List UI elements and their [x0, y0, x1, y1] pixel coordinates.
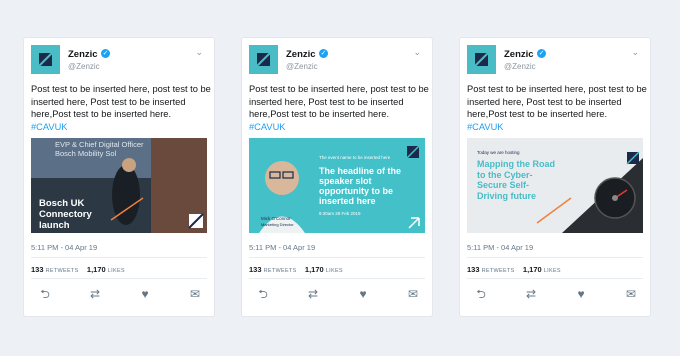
- user-handle[interactable]: @Zenzic: [68, 62, 100, 71]
- like-label: LIKES: [325, 268, 343, 274]
- reply-icon[interactable]: ⮌: [256, 287, 270, 301]
- tweet-card: Zenzic ✓ @Zenzic ⌄ Post test to be inser…: [24, 38, 214, 316]
- like-count[interactable]: 1,170: [305, 265, 324, 274]
- media-date: 9:30am 28 Feb 2019: [319, 211, 361, 216]
- media-kicker: The event name to be inserted here: [319, 155, 391, 160]
- tweet-card: Zenzic ✓ @Zenzic ⌄ Post test to be inser…: [242, 38, 432, 316]
- like-icon[interactable]: ♥: [356, 287, 370, 301]
- message-icon[interactable]: ✉: [624, 287, 638, 301]
- speaker-name: Mick O'Connor: [261, 216, 291, 221]
- speaker-role: Marketing Director: [261, 222, 294, 227]
- tweet-text: Post test to be inserted here, post test…: [249, 83, 429, 133]
- media-kicker: Today we are hosting: [477, 150, 520, 155]
- verified-badge-icon: ✓: [537, 49, 546, 58]
- like-count[interactable]: 1,170: [87, 265, 106, 274]
- reply-icon[interactable]: ⮌: [38, 287, 52, 301]
- chevron-down-icon[interactable]: ⌄: [195, 47, 203, 58]
- retweet-icon[interactable]: ⇄: [88, 287, 102, 301]
- user-handle[interactable]: @Zenzic: [504, 62, 536, 71]
- tweet-text: Post test to be inserted here, post test…: [31, 83, 211, 133]
- retweet-count[interactable]: 133: [467, 265, 480, 274]
- tweet-timestamp[interactable]: 5:11 PM - 04 Apr 19: [31, 243, 97, 252]
- hashtag-link[interactable]: #CAVUK: [31, 122, 68, 132]
- tweet-actions: ⮌ ⇄ ♥ ✉: [38, 287, 202, 301]
- like-count[interactable]: 1,170: [523, 265, 542, 274]
- hashtag-link[interactable]: #CAVUK: [249, 122, 286, 132]
- hashtag-link[interactable]: #CAVUK: [467, 122, 504, 132]
- retweet-label: RETWEETS: [263, 268, 297, 274]
- verified-badge-icon: ✓: [101, 49, 110, 58]
- verified-badge-icon: ✓: [319, 49, 328, 58]
- avatar[interactable]: [249, 45, 278, 74]
- like-icon[interactable]: ♥: [138, 287, 152, 301]
- user-name[interactable]: Zenzic: [504, 49, 534, 60]
- avatar[interactable]: [467, 45, 496, 74]
- tweet-card: Zenzic ✓ @Zenzic ⌄ Post test to be inser…: [460, 38, 650, 316]
- divider: [467, 257, 643, 258]
- avatar[interactable]: [31, 45, 60, 74]
- tweet-header: Zenzic ✓ @Zenzic ⌄: [467, 45, 643, 77]
- tweet-stats: 133 RETWEETS 1,170 LIKES: [467, 265, 561, 274]
- media-screen-text: EVP & Chief Digital Officer Bosch Mobili…: [55, 140, 144, 158]
- divider: [31, 257, 207, 258]
- divider: [31, 278, 207, 279]
- tweet-actions: ⮌ ⇄ ♥ ✉: [256, 287, 420, 301]
- reply-icon[interactable]: ⮌: [474, 287, 488, 301]
- retweet-icon[interactable]: ⇄: [306, 287, 320, 301]
- tweet-body: Post test to be inserted here, post test…: [31, 84, 211, 119]
- tweet-body: Post test to be inserted here, post test…: [467, 84, 647, 119]
- user-name[interactable]: Zenzic: [68, 49, 98, 60]
- like-label: LIKES: [543, 268, 561, 274]
- retweet-label: RETWEETS: [45, 268, 79, 274]
- tweet-media[interactable]: Today we are hosting Mapping the Road to…: [467, 138, 643, 233]
- tweet-stats: 133 RETWEETS 1,170 LIKES: [31, 265, 125, 274]
- divider: [249, 257, 425, 258]
- media-headline: The headline of the speaker slot opportu…: [319, 166, 402, 206]
- like-label: LIKES: [107, 268, 125, 274]
- zenzic-logo: [38, 52, 53, 67]
- retweet-count[interactable]: 133: [31, 265, 44, 274]
- tweet-stats: 133 RETWEETS 1,170 LIKES: [249, 265, 343, 274]
- media-headline: Bosch UK Connectory launch: [39, 198, 92, 231]
- message-icon[interactable]: ✉: [188, 287, 202, 301]
- zenzic-logo: [256, 52, 271, 67]
- tweet-text: Post test to be inserted here, post test…: [467, 83, 647, 133]
- like-icon[interactable]: ♥: [574, 287, 588, 301]
- media-headline: Mapping the Road to the Cyber- Secure Se…: [477, 159, 555, 201]
- tweet-timestamp[interactable]: 5:11 PM - 04 Apr 19: [249, 243, 315, 252]
- tweet-media[interactable]: EVP & Chief Digital Officer Bosch Mobili…: [31, 138, 207, 233]
- user-name[interactable]: Zenzic: [286, 49, 316, 60]
- tweet-actions: ⮌ ⇄ ♥ ✉: [474, 287, 638, 301]
- tweet-header: Zenzic ✓ @Zenzic ⌄: [31, 45, 207, 77]
- divider: [249, 278, 425, 279]
- zenzic-logo: [474, 52, 489, 67]
- tweet-timestamp[interactable]: 5:11 PM - 04 Apr 19: [467, 243, 533, 252]
- tweet-header: Zenzic ✓ @Zenzic ⌄: [249, 45, 425, 77]
- tweet-media[interactable]: The event name to be inserted here The h…: [249, 138, 425, 233]
- retweet-count[interactable]: 133: [249, 265, 262, 274]
- message-icon[interactable]: ✉: [406, 287, 420, 301]
- divider: [467, 278, 643, 279]
- chevron-down-icon[interactable]: ⌄: [631, 47, 639, 58]
- tweet-body: Post test to be inserted here, post test…: [249, 84, 429, 119]
- retweet-icon[interactable]: ⇄: [524, 287, 538, 301]
- chevron-down-icon[interactable]: ⌄: [413, 47, 421, 58]
- retweet-label: RETWEETS: [481, 268, 515, 274]
- user-handle[interactable]: @Zenzic: [286, 62, 318, 71]
